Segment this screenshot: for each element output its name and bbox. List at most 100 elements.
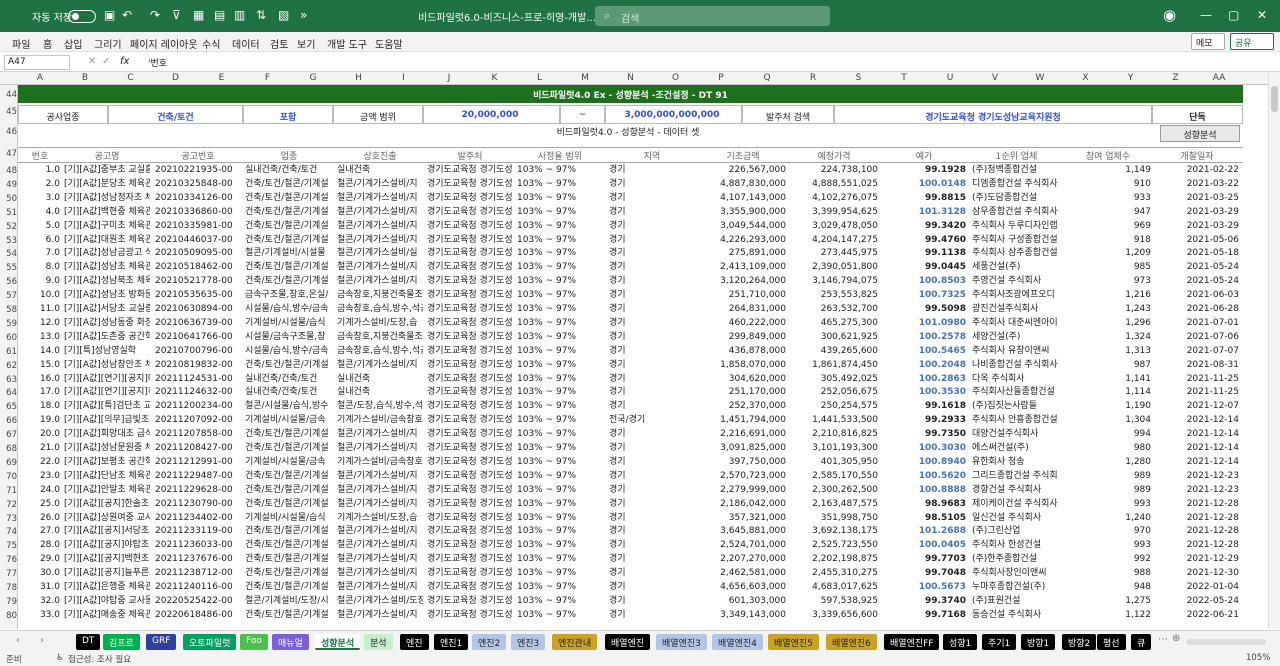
- table-cell[interactable]: 397,750,000: [700, 456, 786, 469]
- table-cell[interactable]: 경기도교육청 경기도성: [427, 525, 513, 538]
- client-value[interactable]: 경기도교육청 경기도성남교육지원청: [834, 105, 1152, 124]
- column-header[interactable]: C: [108, 73, 153, 83]
- table-cell[interactable]: 철콘/기계가스설비/지: [337, 567, 423, 580]
- table-cell[interactable]: 14.0: [20, 345, 60, 358]
- table-cell[interactable]: [기][A값][특]검단초 교: [64, 400, 150, 413]
- table-cell[interactable]: 주식회사 두루디자인랩: [972, 220, 1061, 233]
- table-cell[interactable]: 20211236033-00: [155, 539, 241, 552]
- table-cell[interactable]: 20211208427-00: [155, 442, 241, 455]
- table-cell[interactable]: 2021-05-24: [1155, 261, 1239, 274]
- table-cell[interactable]: 경기도교육청 경기도성: [427, 247, 513, 260]
- sheet-tab[interactable]: 엔진3: [511, 634, 546, 650]
- table-cell[interactable]: 2,186,042,000: [700, 498, 786, 511]
- table-cell[interactable]: 103% ~ 97%: [517, 206, 603, 219]
- table-cell[interactable]: 4,888,551,025: [790, 178, 878, 191]
- row-header[interactable]: 79: [0, 597, 17, 607]
- table-cell[interactable]: 20210641766-00: [155, 331, 241, 344]
- table-cell[interactable]: 금속창호,지붕건축물조: [337, 289, 423, 302]
- menu-draw[interactable]: 그리기: [94, 36, 122, 51]
- table-cell[interactable]: 금속창호,습식,방수,석공: [337, 345, 423, 358]
- table-cell[interactable]: 20211124632-00: [155, 386, 241, 399]
- table-cell[interactable]: 103% ~ 97%: [517, 567, 603, 580]
- table-cell[interactable]: 2021-03-22: [1155, 178, 1239, 191]
- table-cell[interactable]: 경기도교육청 경기도성: [427, 581, 513, 594]
- table-cell[interactable]: 99.5098: [882, 303, 966, 316]
- table-cell[interactable]: 9.0: [20, 275, 60, 288]
- table-cell[interactable]: 경기: [609, 220, 695, 233]
- table-cell[interactable]: 경기도교육청 경기도성: [427, 595, 513, 608]
- column-header[interactable]: P: [698, 73, 744, 83]
- table-cell[interactable]: 103% ~ 97%: [517, 234, 603, 247]
- table-cell[interactable]: 경기: [609, 553, 695, 566]
- table-cell[interactable]: 2021-03-29: [1155, 206, 1239, 219]
- table-cell[interactable]: 삼우종합건설 주식회사: [972, 206, 1061, 219]
- row-header[interactable]: 73: [0, 514, 17, 524]
- table-cell[interactable]: 2021-12-14: [1155, 442, 1239, 455]
- table-cell[interactable]: 기계가스설비/금속창호: [337, 414, 423, 427]
- table-cell[interactable]: 건축/토건/철콘/기계설: [245, 261, 333, 274]
- table-cell[interactable]: 1,313: [1065, 345, 1151, 358]
- table-cell[interactable]: 경기: [609, 400, 695, 413]
- table-cell[interactable]: 103% ~ 97%: [517, 470, 603, 483]
- table-cell[interactable]: 경기: [609, 345, 695, 358]
- table-cell[interactable]: 2021-03-29: [1155, 220, 1239, 233]
- table-cell[interactable]: 947: [1065, 206, 1151, 219]
- table-cell[interactable]: 철콘/기계설비/시설물: [245, 247, 333, 260]
- table-cell[interactable]: 103% ~ 97%: [517, 498, 603, 511]
- table-cell[interactable]: 철콘/기계가스설비/지: [337, 525, 423, 538]
- table-cell[interactable]: 465,275,300: [790, 317, 878, 330]
- table-cell[interactable]: 1,280: [1065, 456, 1151, 469]
- table-cell[interactable]: 989: [1065, 470, 1151, 483]
- table-cell[interactable]: 993: [1065, 498, 1151, 511]
- table-cell[interactable]: 3,146,794,075: [790, 275, 878, 288]
- save-icon[interactable]: ▣: [104, 8, 115, 22]
- table-cell[interactable]: 1,296: [1065, 317, 1151, 330]
- accessibility-status[interactable]: 접근성: 조사 필요: [68, 653, 131, 665]
- table-cell[interactable]: 99.7350: [882, 428, 966, 441]
- table-cell[interactable]: 103% ~ 97%: [517, 331, 603, 344]
- sheet-tab[interactable]: 방향2: [1062, 634, 1097, 650]
- row-header[interactable]: 45: [0, 107, 17, 117]
- table-cell[interactable]: 주식회사 삼주종합건설: [972, 247, 1061, 260]
- row-header[interactable]: 69: [0, 458, 17, 468]
- table-cell[interactable]: 99.0445: [882, 261, 966, 274]
- table-cell[interactable]: 20210336860-00: [155, 206, 241, 219]
- table-cell[interactable]: 기계설비/시설물/금속: [245, 456, 333, 469]
- row-header[interactable]: 47: [0, 149, 17, 159]
- table-cell[interactable]: 100.5673: [882, 581, 966, 594]
- table-cell[interactable]: 2021-12-14: [1155, 456, 1239, 469]
- sheet-tab[interactable]: 엔진1: [434, 634, 469, 650]
- table-cell[interactable]: 601,303,000: [700, 595, 786, 608]
- table-cell[interactable]: 18.0: [20, 400, 60, 413]
- accessibility-icon[interactable]: ♿: [56, 653, 64, 663]
- table-cell[interactable]: (주)그린산업: [972, 525, 1061, 538]
- table-cell[interactable]: 250,254,575: [790, 400, 878, 413]
- table-cell[interactable]: [기][A값]중부초 교실흡: [64, 164, 150, 177]
- include-value[interactable]: 포함: [243, 105, 333, 124]
- table-cell[interactable]: 제이케이건설 주식회사: [972, 498, 1061, 511]
- menu-file[interactable]: 파일: [12, 36, 30, 51]
- table-cell[interactable]: 11.0: [20, 303, 60, 316]
- table-cell[interactable]: 디엠종합건설 주식회사: [972, 178, 1061, 191]
- table-cell[interactable]: [기][A값]서당초 교실증: [64, 303, 150, 316]
- column-header[interactable]: S: [836, 73, 881, 83]
- table-cell[interactable]: 103% ~ 97%: [517, 275, 603, 288]
- table-cell[interactable]: 99.7048: [882, 567, 966, 580]
- table-cell[interactable]: 경기도교육청 경기도성: [427, 456, 513, 469]
- table-cell[interactable]: 99.7703: [882, 553, 966, 566]
- formula-input[interactable]: '번호: [148, 56, 167, 69]
- table-icon[interactable]: ▦: [193, 8, 204, 22]
- row-header[interactable]: 76: [0, 555, 17, 565]
- table-cell[interactable]: 98.9683: [882, 498, 966, 511]
- table-cell[interactable]: [기][A값]대원초 체육관: [64, 234, 150, 247]
- table-cell[interactable]: 경기도교육청 경기도성: [427, 484, 513, 497]
- table-cell[interactable]: 251,170,000: [700, 386, 786, 399]
- table-cell[interactable]: 철콘/기계가스설비/지: [337, 609, 423, 622]
- table-cell[interactable]: 철콘/기계가스설비/지: [337, 206, 423, 219]
- table-cell[interactable]: 2,300,262,500: [790, 484, 878, 497]
- table-cell[interactable]: 1,861,874,450: [790, 359, 878, 372]
- table-cell[interactable]: 2,525,723,550: [790, 539, 878, 552]
- row-header[interactable]: 60: [0, 333, 17, 343]
- sheet-tab[interactable]: Foo: [240, 634, 268, 650]
- table-cell[interactable]: 2022-06-21: [1155, 609, 1239, 622]
